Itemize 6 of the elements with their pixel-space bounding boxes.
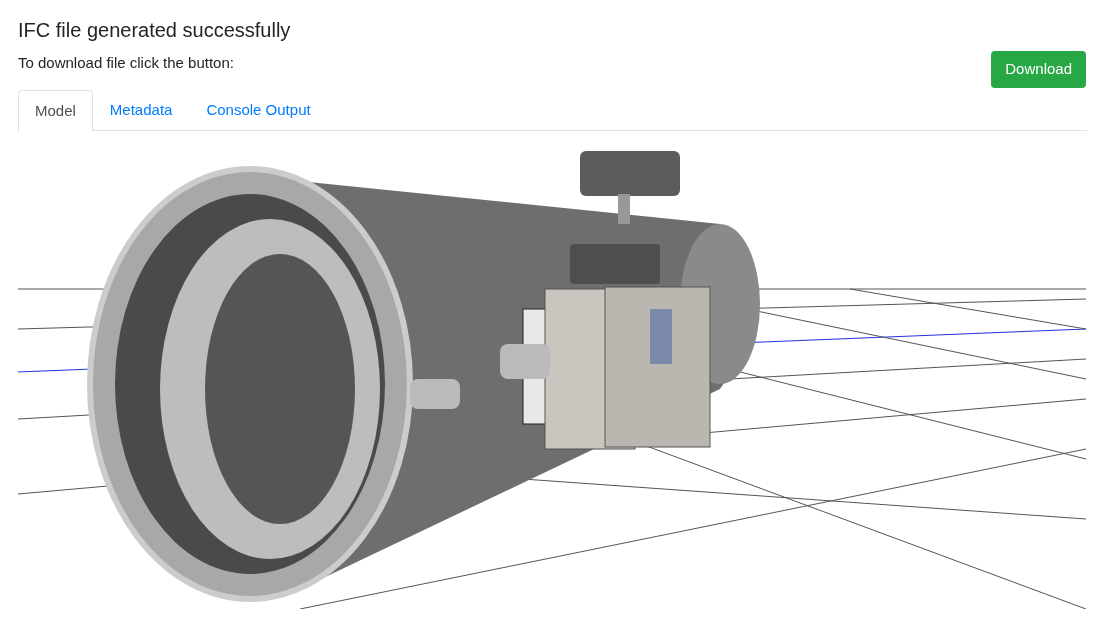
tab[interactable]: Metadata	[92, 90, 190, 131]
download-button[interactable]: Download	[991, 51, 1086, 88]
instruction-text: To download file click the button:	[18, 53, 235, 73]
tab[interactable]: Console Output	[189, 90, 328, 131]
tab[interactable]: Model	[18, 90, 93, 132]
page-title: IFC file generated successfully	[18, 18, 291, 43]
